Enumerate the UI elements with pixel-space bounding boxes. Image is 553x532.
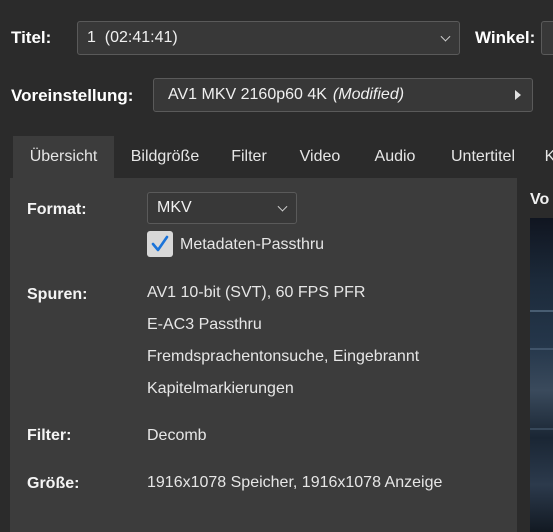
preset-modified: (Modified) xyxy=(332,86,405,103)
tab-dimensions[interactable]: Bildgröße xyxy=(119,136,211,178)
checkmark-icon xyxy=(151,235,169,252)
track-audio: E-AC3 Passthru xyxy=(147,316,262,333)
size-value: 1916x1078 Speicher, 1916x1078 Anzeige xyxy=(147,474,443,491)
format-select[interactable]: MKV xyxy=(147,192,297,224)
preset-label: Voreinstellung: xyxy=(11,86,134,105)
tab-bar: Übersicht Bildgröße Filter Video Audio U… xyxy=(0,136,553,178)
top-strip xyxy=(0,0,553,6)
tracks-label: Spuren: xyxy=(27,286,88,303)
track-video: AV1 10-bit (SVT), 60 FPS PFR xyxy=(147,284,366,301)
angle-label: Winkel: xyxy=(475,28,536,47)
track-chapters: Kapitelmarkierungen xyxy=(147,380,294,397)
arrow-right-icon xyxy=(515,90,521,100)
tab-video[interactable]: Video xyxy=(288,136,352,178)
title-select[interactable]: 1 (02:41:41) xyxy=(77,21,460,55)
filter-label: Filter: xyxy=(27,427,72,444)
metadata-passthru-checkbox[interactable] xyxy=(147,231,173,257)
tab-audio[interactable]: Audio xyxy=(362,136,428,178)
track-subtitles: Fremdsprachentonsuche, Eingebrannt xyxy=(147,348,420,365)
title-select-value: 1 (02:41:41) xyxy=(87,29,178,46)
tab-summary[interactable]: Übersicht xyxy=(13,136,114,178)
tab-subtitles[interactable]: Untertitel xyxy=(438,136,528,178)
chevron-down-icon xyxy=(440,31,451,42)
preview-image xyxy=(530,218,553,532)
metadata-passthru-label: Metadaten-Passthru xyxy=(180,236,325,253)
tab-chapters[interactable]: K xyxy=(540,136,553,178)
preset-selector[interactable]: AV1 MKV 2160p60 4K (Modified) xyxy=(153,78,533,112)
angle-select[interactable] xyxy=(541,21,553,55)
preset-name: AV1 MKV 2160p60 4K xyxy=(168,86,327,103)
format-label: Format: xyxy=(27,201,87,218)
filter-value: Decomb xyxy=(147,427,207,444)
chevron-down-icon xyxy=(277,201,288,212)
preview-label: Vo xyxy=(530,191,550,208)
tab-filters[interactable]: Filter xyxy=(219,136,279,178)
title-label: Titel: xyxy=(11,28,52,47)
format-select-value: MKV xyxy=(157,199,192,216)
size-label: Größe: xyxy=(27,475,80,492)
